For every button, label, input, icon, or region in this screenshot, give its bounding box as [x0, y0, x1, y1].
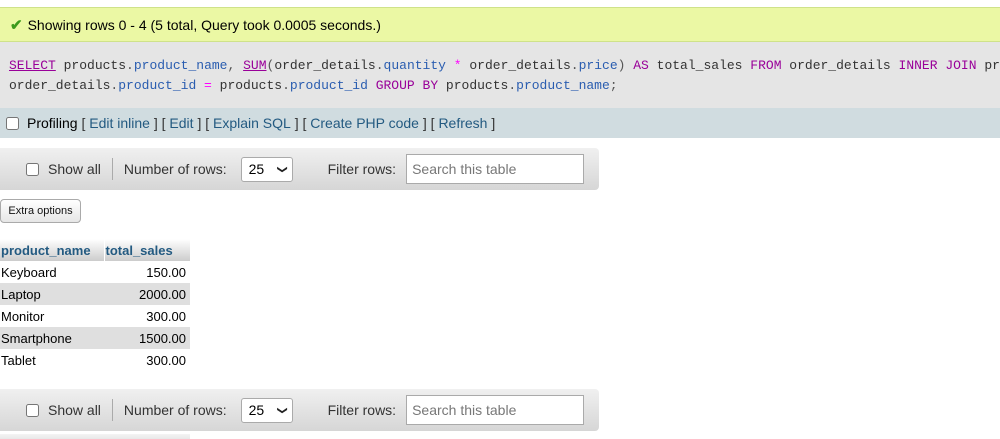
- sql-token: quantity: [383, 58, 446, 73]
- show-all-label: Show all: [48, 161, 101, 177]
- edit-inline-link[interactable]: Edit inline: [89, 115, 150, 131]
- sql-token: .: [126, 58, 134, 73]
- sql-token: *: [445, 58, 470, 73]
- sql-token: GROUP BY: [367, 78, 446, 93]
- create-php-code-link[interactable]: Create PHP code: [310, 115, 419, 131]
- cell-total-sales: 150.00: [104, 261, 190, 283]
- cell-total-sales: 300.00: [104, 305, 190, 327]
- sql-token: order_details: [789, 58, 891, 73]
- sql-token: .: [282, 78, 290, 93]
- sql-token: products: [445, 78, 509, 93]
- number-of-rows-select[interactable]: 25 ❯: [240, 156, 293, 182]
- sql-token: price: [578, 58, 618, 73]
- sql-token: order_details: [274, 58, 376, 73]
- table-row: Laptop 2000.00: [0, 283, 190, 305]
- column-header-total-sales[interactable]: total_sales: [104, 239, 191, 261]
- refresh-link[interactable]: Refresh: [438, 115, 487, 131]
- navigation-bar-top: Show all Number of rows: 25 ❯ Filter row…: [0, 148, 599, 190]
- results-table: product_name total_sales Keyboard 150.00…: [0, 239, 191, 371]
- filter-rows-input[interactable]: [406, 395, 585, 425]
- table-header-row: product_name total_sales: [0, 239, 191, 261]
- explain-sql-link[interactable]: Explain SQL: [213, 115, 291, 131]
- success-message-text: Showing rows 0 - 4 (5 total, Query took …: [27, 16, 381, 33]
- sql-token: products: [984, 58, 1000, 73]
- extra-options-button[interactable]: Extra options: [0, 199, 81, 223]
- sql-token: SELECT: [9, 58, 56, 73]
- sql-token: SUM: [243, 58, 267, 73]
- number-of-rows-select[interactable]: 25 ❯: [240, 397, 293, 423]
- sql-token: .: [570, 58, 579, 73]
- cell-total-sales: 300.00: [104, 349, 190, 371]
- sql-token: total_sales: [656, 58, 743, 73]
- filter-rows-label: Filter rows:: [327, 161, 397, 177]
- table-row: Keyboard 150.00: [0, 261, 190, 283]
- profiling-checkbox[interactable]: [6, 116, 19, 130]
- sql-line-2: order_details.product_id = products.prod…: [9, 76, 1000, 96]
- cell-total-sales: 1500.00: [104, 327, 190, 349]
- number-of-rows-label: Number of rows:: [123, 161, 227, 177]
- sql-token: FROM: [742, 58, 790, 73]
- sql-token: order_details: [469, 58, 571, 73]
- sql-token: AS: [625, 58, 657, 73]
- sql-token: =: [196, 78, 220, 93]
- success-check-icon: ✔: [10, 16, 23, 34]
- chevron-down-icon: ❯: [276, 164, 288, 174]
- cell-product-name: Smartphone: [0, 327, 104, 349]
- query-actions-bar: Profiling [ Edit inline ] [ Edit ] [ Exp…: [0, 108, 1000, 138]
- show-all-checkbox[interactable]: [26, 162, 39, 176]
- filter-rows-label: Filter rows:: [327, 402, 397, 418]
- chevron-down-icon: ❯: [276, 405, 288, 415]
- cell-product-name: Tablet: [0, 349, 104, 371]
- table-row: Monitor 300.00: [0, 305, 190, 327]
- cell-product-name: Keyboard: [0, 261, 104, 283]
- sql-token: products: [219, 78, 283, 93]
- sql-token: product_name: [133, 58, 228, 73]
- sql-token: order_details: [9, 78, 111, 93]
- sql-line-1: SELECT products.product_name, SUM(order_…: [9, 56, 1000, 76]
- table-row: Smartphone 1500.00: [0, 327, 190, 349]
- cell-product-name: Monitor: [0, 305, 104, 327]
- table-row: Tablet 300.00: [0, 349, 190, 371]
- column-header-product-name[interactable]: product_name: [0, 239, 105, 261]
- sql-token: ;: [609, 78, 618, 93]
- profiling-label: Profiling: [27, 115, 78, 131]
- sql-token: products: [63, 58, 127, 73]
- sql-token: product_id: [289, 78, 368, 93]
- show-all-checkbox[interactable]: [26, 403, 39, 417]
- divider: [111, 399, 113, 421]
- sql-token: ,: [227, 58, 244, 73]
- divider: [111, 158, 113, 180]
- sql-query: SELECT products.product_name, SUM(order_…: [0, 42, 1000, 108]
- cell-product-name: Laptop: [0, 283, 104, 305]
- edit-link[interactable]: Edit: [169, 115, 193, 131]
- sql-token: product_id: [118, 78, 197, 93]
- filter-rows-input[interactable]: [406, 154, 585, 184]
- sql-token: .: [375, 58, 384, 73]
- success-message: ✔ Showing rows 0 - 4 (5 total, Query too…: [0, 7, 1000, 42]
- sql-token: product_name: [516, 78, 610, 93]
- cell-total-sales: 2000.00: [104, 283, 190, 305]
- sql-token: .: [508, 78, 517, 93]
- number-of-rows-label: Number of rows:: [123, 402, 227, 418]
- sql-token: INNER JOIN: [890, 58, 985, 73]
- navigation-bar-bottom: Show all Number of rows: 25 ❯ Filter row…: [0, 389, 599, 431]
- bottom-panel-edge: [0, 434, 190, 439]
- show-all-label: Show all: [48, 402, 101, 418]
